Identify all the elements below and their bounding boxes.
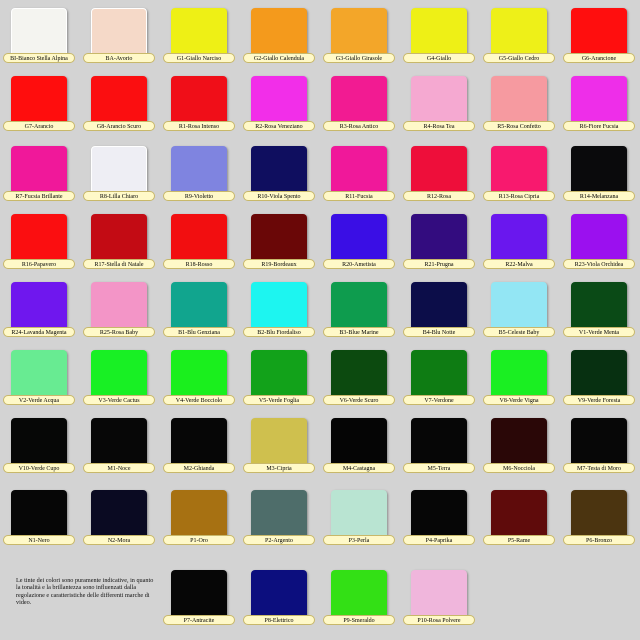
swatch-label: R3-Rosa Antico xyxy=(323,121,395,131)
swatch-label: R11-Fucsia xyxy=(323,191,395,201)
swatch-label: M1-Noce xyxy=(83,463,155,473)
swatch-label: B4-Blu Notte xyxy=(403,327,475,337)
swatch-label: R9-Violetto xyxy=(163,191,235,201)
swatch-label: M4-Castagna xyxy=(323,463,395,473)
swatch-label: V8-Verde Vigna xyxy=(483,395,555,405)
swatch-label: V3-Verde Cactus xyxy=(83,395,155,405)
swatch-label: M2-Ghianda xyxy=(163,463,235,473)
swatch-label: R6-Fiore Fucsia xyxy=(563,121,635,131)
swatch-label: P6-Bronzo xyxy=(563,535,635,545)
swatch-label: R16-Papavero xyxy=(3,259,75,269)
swatch-label: M6-Nocciola xyxy=(483,463,555,473)
swatch-label: V10-Verde Cupo xyxy=(3,463,75,473)
swatch-label: R14-Melanzana xyxy=(563,191,635,201)
swatch-label: M7-Testa di Moro xyxy=(563,463,635,473)
swatch-label: R21-Prugna xyxy=(403,259,475,269)
swatch-label: G8-Arancio Scuro xyxy=(83,121,155,131)
swatch-label: G5-Giallo Cedro xyxy=(483,53,555,63)
swatch-label: R19-Bordeaux xyxy=(243,259,315,269)
swatch-label: R17-Stella di Natale xyxy=(83,259,155,269)
swatch-label: V5-Verde Foglia xyxy=(243,395,315,405)
swatch-label: M5-Terra xyxy=(403,463,475,473)
swatch-label: R23-Viola Orchidea xyxy=(563,259,635,269)
swatch-label: R5-Rosa Confetto xyxy=(483,121,555,131)
swatch-label: R1-Rosa Intenso xyxy=(163,121,235,131)
swatch-label: N1-Nero xyxy=(3,535,75,545)
swatch-label: R12-Rosa xyxy=(403,191,475,201)
swatch-label: BI-Bianco Stella Alpina xyxy=(3,53,75,63)
swatch-label: R7-Fucsia Brillante xyxy=(3,191,75,201)
disclaimer-note: Le tinte dei colori sono puramente indic… xyxy=(16,577,154,607)
swatch-label: R20-Ametista xyxy=(323,259,395,269)
swatch-label: R10-Viola Spento xyxy=(243,191,315,201)
swatch-label: G6-Arancione xyxy=(563,53,635,63)
swatch-label: R13-Rosa Cipria xyxy=(483,191,555,201)
swatch-label: R18-Rosso xyxy=(163,259,235,269)
swatch-label: R25-Rosa Baby xyxy=(83,327,155,337)
swatch-label: P8-Elettrico xyxy=(243,615,315,625)
swatch-label: BA-Avorio xyxy=(83,53,155,63)
swatch-label: R24-Lavanda Magenta xyxy=(3,327,75,337)
swatch-label: V1-Verde Menta xyxy=(563,327,635,337)
swatch-label: P5-Rame xyxy=(483,535,555,545)
swatch-label: G7-Arancio xyxy=(3,121,75,131)
swatch-label: P4-Paprika xyxy=(403,535,475,545)
swatch-label: B3-Blue Marine xyxy=(323,327,395,337)
swatch-label: R4-Rosa Tea xyxy=(403,121,475,131)
swatch-label: P2-Argento xyxy=(243,535,315,545)
swatch-label: N2-Mora xyxy=(83,535,155,545)
swatch-label: R22-Malva xyxy=(483,259,555,269)
swatch-label: B2-Blu Fiordaliso xyxy=(243,327,315,337)
swatch-label: B5-Celeste Baby xyxy=(483,327,555,337)
swatch-label: B1-Blu Genziana xyxy=(163,327,235,337)
swatch-label: V7-Verdone xyxy=(403,395,475,405)
swatch-label: V6-Verde Scuro xyxy=(323,395,395,405)
swatch-label: V2-Verde Acqua xyxy=(3,395,75,405)
swatch-label: P3-Perla xyxy=(323,535,395,545)
swatch-label: P10-Rosa Polvere xyxy=(403,615,475,625)
swatch-label: P7-Antracite xyxy=(163,615,235,625)
swatch-label: R8-Lilla Chiaro xyxy=(83,191,155,201)
swatch-label: M3-Cipria xyxy=(243,463,315,473)
swatch-label: P1-Oro xyxy=(163,535,235,545)
swatch-label: R2-Rosa Veneziano xyxy=(243,121,315,131)
swatch-label: G3-Giallo Girasole xyxy=(323,53,395,63)
swatch-label: V4-Verde Bocciolo xyxy=(163,395,235,405)
swatch-label: G1-Giallo Narciso xyxy=(163,53,235,63)
swatch-label: G4-Giallo xyxy=(403,53,475,63)
swatch-label: G2-Giallo Calendula xyxy=(243,53,315,63)
swatch-label: V9-Verde Foresta xyxy=(563,395,635,405)
swatch-label: P9-Smeraldo xyxy=(323,615,395,625)
